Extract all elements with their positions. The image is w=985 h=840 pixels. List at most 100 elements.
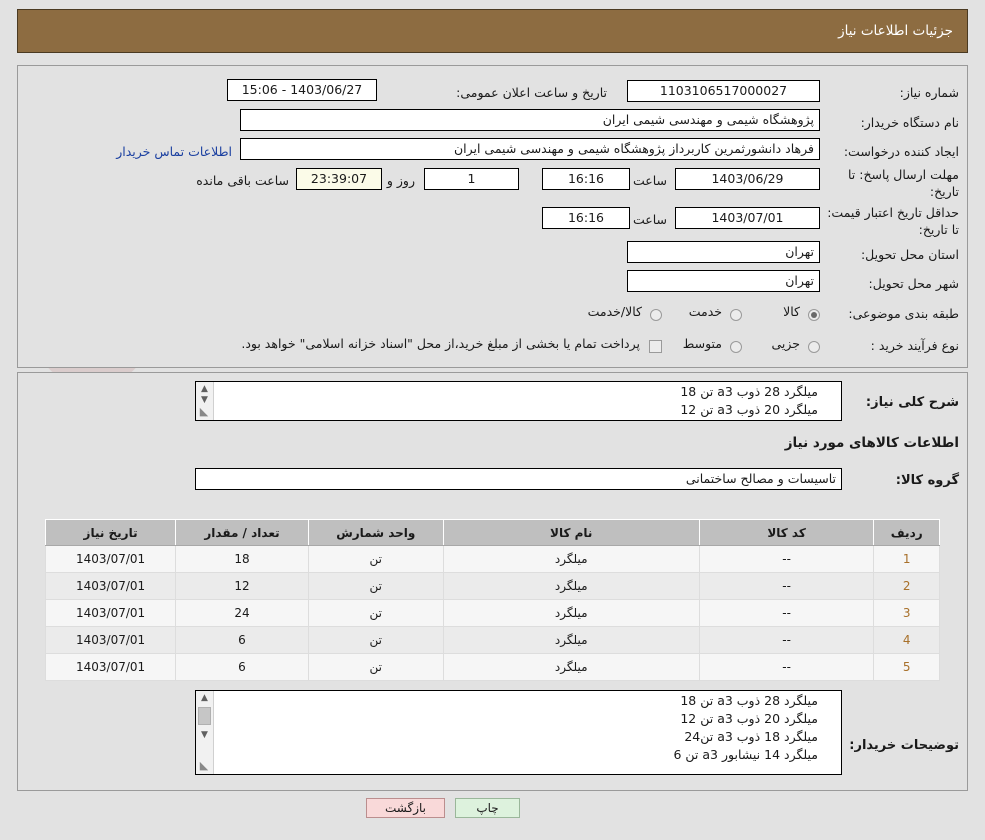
cell-date: 1403/07/01 bbox=[44, 599, 177, 627]
page-header-bar: جزئیات اطلاعات نیاز bbox=[17, 9, 968, 53]
city-label: شهر محل تحویل: bbox=[868, 276, 959, 291]
treasury-documents-checkbox[interactable] bbox=[649, 340, 662, 353]
category-radio-khedmat[interactable] bbox=[730, 309, 742, 321]
cell-qty: 18 bbox=[175, 545, 309, 573]
col-qty: تعداد / مقدار bbox=[175, 519, 309, 546]
cell-date: 1403/07/01 bbox=[44, 572, 177, 600]
cell-qty: 6 bbox=[175, 653, 309, 681]
city-value: تهران bbox=[627, 270, 820, 292]
category-option-kala-label: کالا bbox=[783, 304, 800, 319]
col-code: کد کالا bbox=[698, 519, 875, 546]
need-number-value: 1103106517000027 bbox=[627, 80, 820, 102]
buyer-notes-textarea-text: میلگرد 28 ذوب a3 تن 18 میلگرد 20 ذوب a3 … bbox=[673, 693, 818, 762]
page-title: جزئیات اطلاعات نیاز bbox=[838, 23, 953, 39]
col-name: نام کالا bbox=[442, 519, 700, 546]
cell-code: -- bbox=[698, 572, 875, 600]
countdown-suffix-label: ساعت باقی مانده bbox=[196, 173, 289, 188]
notes-scroll-thumb[interactable] bbox=[198, 707, 211, 725]
cell-name: میلگرد bbox=[442, 599, 700, 627]
cell-row: 3 bbox=[873, 599, 940, 627]
category-radio-kala[interactable] bbox=[808, 309, 820, 321]
countdown-timer-value: 23:39:07 bbox=[296, 168, 382, 190]
process-radio-jozi[interactable] bbox=[808, 341, 820, 353]
need-info-panel: شماره نیاز: 1103106517000027 تاریخ و ساع… bbox=[17, 65, 968, 368]
table-row: 1 -- میلگرد تن 18 1403/07/01 bbox=[44, 545, 940, 573]
goods-table-header-row: ردیف کد کالا نام کالا واحد شمارش تعداد /… bbox=[44, 519, 940, 546]
cell-code: -- bbox=[698, 653, 875, 681]
cell-row: 1 bbox=[873, 545, 940, 573]
validity-hour-label: ساعت bbox=[632, 212, 667, 227]
col-row: ردیف bbox=[873, 519, 940, 546]
summary-label: شرح کلی نیاز: bbox=[865, 395, 959, 410]
deadline-hour-label: ساعت bbox=[632, 173, 667, 188]
category-radio-kala-khedmat[interactable] bbox=[650, 309, 662, 321]
summary-textarea-text: میلگرد 28 ذوب a3 تن 18 میلگرد 20 ذوب a3 … bbox=[680, 384, 818, 417]
table-row: 4 -- میلگرد تن 6 1403/07/01 bbox=[44, 626, 940, 654]
cell-unit: تن bbox=[307, 545, 444, 573]
deadline-hour-value: 16:16 bbox=[542, 168, 630, 190]
process-radio-motavaset[interactable] bbox=[730, 341, 742, 353]
goods-info-panel: شرح کلی نیاز: میلگرد 28 ذوب a3 تن 18 میل… bbox=[17, 372, 968, 791]
page-root: AriaTender.net جزئیات اطلاعات نیاز شماره… bbox=[0, 0, 985, 840]
deadline-label: مهلت ارسال پاسخ: تا تاریخ: bbox=[848, 167, 959, 199]
process-option-motavaset-label: متوسط bbox=[682, 336, 722, 351]
summary-textarea[interactable]: میلگرد 28 ذوب a3 تن 18 میلگرد 20 ذوب a3 … bbox=[195, 381, 842, 421]
validity-label: حداقل تاریخ اعتبار قیمت: تا تاریخ: bbox=[827, 205, 959, 237]
table-row: 2 -- میلگرد تن 12 1403/07/01 bbox=[44, 572, 940, 600]
remaining-days-unit-label: روز و bbox=[386, 173, 415, 188]
cell-row: 5 bbox=[873, 653, 940, 681]
province-value: تهران bbox=[627, 241, 820, 263]
creator-label: ایجاد کننده درخواست: bbox=[843, 144, 959, 159]
buyer-notes-label: توضیحات خریدار: bbox=[849, 738, 959, 753]
province-label: استان محل تحویل: bbox=[860, 247, 959, 262]
goods-table-body: 1 -- میلگرد تن 18 1403/07/01 2 -- میلگرد تن 12 1403… bbox=[44, 545, 940, 681]
cell-code: -- bbox=[698, 599, 875, 627]
creator-value: فرهاد دانشورثمرین کاربرداز پژوهشگاه شیمی… bbox=[240, 138, 820, 160]
validity-hour-value: 16:16 bbox=[542, 207, 630, 229]
goods-group-value: تاسیسات و مصالح ساختمانی bbox=[195, 468, 842, 490]
deadline-date: 1403/06/29 bbox=[675, 168, 820, 190]
cell-date: 1403/07/01 bbox=[44, 626, 177, 654]
table-row: 5 -- میلگرد تن 6 1403/07/01 bbox=[44, 653, 940, 681]
buyer-notes-textarea[interactable]: میلگرد 28 ذوب a3 تن 18 میلگرد 20 ذوب a3 … bbox=[195, 690, 842, 775]
treasury-note-label: پرداخت تمام یا بخشی از مبلغ خرید،از محل … bbox=[241, 336, 640, 351]
notes-resize-grip-icon[interactable]: ◢ bbox=[197, 759, 211, 773]
process-option-jozi-label: جزیی bbox=[771, 336, 800, 351]
cell-code: -- bbox=[698, 626, 875, 654]
notes-scroll-up-icon[interactable]: ▲ bbox=[196, 691, 213, 705]
goods-table: ردیف کد کالا نام کالا واحد شمارش تعداد /… bbox=[44, 519, 940, 681]
resize-grip-icon[interactable]: ◢ bbox=[197, 405, 211, 419]
cell-name: میلگرد bbox=[442, 545, 700, 573]
cell-unit: تن bbox=[307, 653, 444, 681]
buyer-contact-link[interactable]: اطلاعات تماس خریدار bbox=[116, 144, 232, 159]
return-button[interactable]: بازگشت bbox=[366, 798, 445, 818]
need-number-label: شماره نیاز: bbox=[899, 85, 959, 100]
cell-row: 2 bbox=[873, 572, 940, 600]
announce-label: تاریخ و ساعت اعلان عمومی: bbox=[456, 85, 607, 100]
notes-scroll-down-icon[interactable]: ▼ bbox=[196, 728, 213, 742]
process-label: نوع فرآیند خرید : bbox=[870, 338, 959, 353]
announce-value: 1403/06/27 - 15:06 bbox=[227, 79, 377, 101]
cell-name: میلگرد bbox=[442, 653, 700, 681]
cell-qty: 24 bbox=[175, 599, 309, 627]
cell-unit: تن bbox=[307, 626, 444, 654]
category-label: طبقه بندی موضوعی: bbox=[848, 306, 959, 321]
print-button[interactable]: چاپ bbox=[455, 798, 520, 818]
cell-row: 4 bbox=[873, 626, 940, 654]
cell-code: -- bbox=[698, 545, 875, 573]
col-unit: واحد شمارش bbox=[307, 519, 444, 546]
goods-group-label: گروه کالا: bbox=[895, 473, 959, 488]
cell-qty: 6 bbox=[175, 626, 309, 654]
category-option-kala-khedmat-label: کالا/خدمت bbox=[587, 304, 642, 319]
col-date: تاریخ نیاز bbox=[44, 519, 177, 546]
category-option-khedmat-label: خدمت bbox=[688, 304, 722, 319]
table-row: 3 -- میلگرد تن 24 1403/07/01 bbox=[44, 599, 940, 627]
cell-qty: 12 bbox=[175, 572, 309, 600]
cell-date: 1403/07/01 bbox=[44, 545, 177, 573]
cell-unit: تن bbox=[307, 599, 444, 627]
cell-name: میلگرد bbox=[442, 572, 700, 600]
remaining-days-value: 1 bbox=[424, 168, 519, 190]
buyer-org-label: نام دستگاه خریدار: bbox=[860, 115, 959, 130]
cell-name: میلگرد bbox=[442, 626, 700, 654]
goods-section-heading: اطلاعات کالاهای مورد نیاز bbox=[784, 435, 959, 451]
